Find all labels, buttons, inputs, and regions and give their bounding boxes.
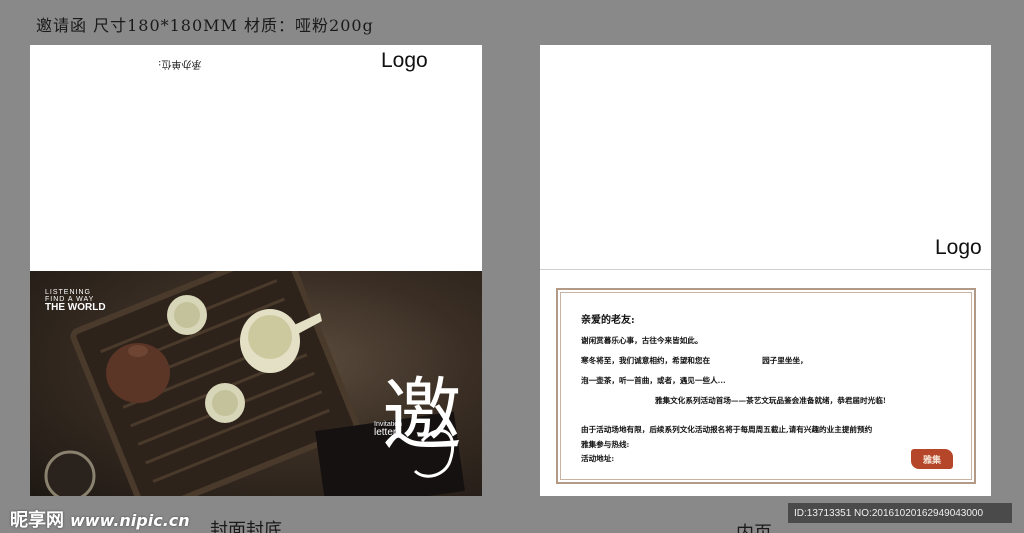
letter-line-1: 谢闲赏暮乐心事，古往今来皆如此。 bbox=[581, 336, 703, 345]
letter-frame-inner: 亲爱的老友: 谢闲赏暮乐心事，古往今来皆如此。 寒冬将至，我们诚意相约，希望和您… bbox=[560, 292, 972, 480]
letter-word: letter bbox=[374, 427, 397, 438]
image-id-bar: ID:13713351 NO:20161020162949043000 bbox=[788, 503, 1012, 523]
tagline-line-3: THE WORLD bbox=[45, 302, 106, 313]
watermark-brand: 昵享网 bbox=[10, 510, 64, 531]
cover-logo: Logo bbox=[381, 49, 428, 72]
fair-pitcher-inner bbox=[248, 315, 292, 359]
tea-cup-inner bbox=[212, 390, 238, 416]
cover-caption: 封面封底 bbox=[210, 520, 282, 533]
calligraphy-character: 邀 bbox=[382, 369, 462, 462]
tea-cup-inner bbox=[174, 302, 200, 328]
letter-greeting: 亲爱的老友: bbox=[581, 315, 635, 326]
letter-body: 亲爱的老友: 谢闲赏暮乐心事，古往今来皆如此。 寒冬将至，我们诚意相约，希望和您… bbox=[581, 315, 886, 468]
inner-panel: Logo 亲爱的老友: 谢闲赏暮乐心事，古往今来皆如此。 寒冬将至，我们诚意相约… bbox=[540, 45, 991, 496]
teapot-lid bbox=[128, 345, 148, 357]
letter-line-5: 由于活动场地有限，后续系列文化活动报名将于每周周五截止,请有兴趣的业主提前预约 bbox=[581, 425, 873, 435]
cover-panel: 承办单位: Logo LISTENING FIND A WAY THE WORL… bbox=[30, 45, 482, 496]
invitation-letter-label: Invitation letter bbox=[374, 421, 402, 438]
letter-line-6: 雅集参与热线: bbox=[581, 439, 630, 449]
letter-frame: 亲爱的老友: 谢闲赏暮乐心事，古往今来皆如此。 寒冬将至，我们诚意相约，希望和您… bbox=[556, 288, 976, 484]
tagline: LISTENING FIND A WAY THE WORLD bbox=[45, 289, 106, 313]
inner-caption: 内页 bbox=[736, 519, 772, 533]
letter-line-7: 活动地址: bbox=[581, 453, 615, 463]
inner-logo: Logo bbox=[935, 236, 982, 259]
tagline-line-1: LISTENING bbox=[45, 289, 91, 296]
tea-set-photo: LISTENING FIND A WAY THE WORLD 邀 Invitat… bbox=[30, 271, 482, 496]
letter-line-2: 寒冬将至，我们诚意相约，希望和您在 园子里坐坐， bbox=[581, 356, 886, 365]
yaji-seal: 雅集 bbox=[911, 449, 953, 469]
organizer-label-flipped: 承办单位: bbox=[158, 58, 202, 69]
letter-line-3: 泡一壶茶，听一首曲，或者，遇见一些人... bbox=[581, 376, 726, 386]
letter-line-2a: 寒冬将至，我们诚意相约，希望和您在 bbox=[581, 356, 711, 366]
watermark-url: www.nipic.cn bbox=[70, 511, 190, 530]
site-watermark: 昵享网 www.nipic.cn bbox=[10, 506, 190, 532]
corner-cup bbox=[44, 450, 96, 496]
fold-line bbox=[540, 269, 991, 270]
letter-line-4: 雅集文化系列活动首场——茶艺文玩品鉴会准备就绪，恭君届时光临! bbox=[655, 396, 887, 406]
spec-header: 邀请函 尺寸180*180MM 材质：哑粉200g bbox=[36, 16, 374, 35]
letter-line-2b: 园子里坐坐， bbox=[762, 356, 808, 366]
